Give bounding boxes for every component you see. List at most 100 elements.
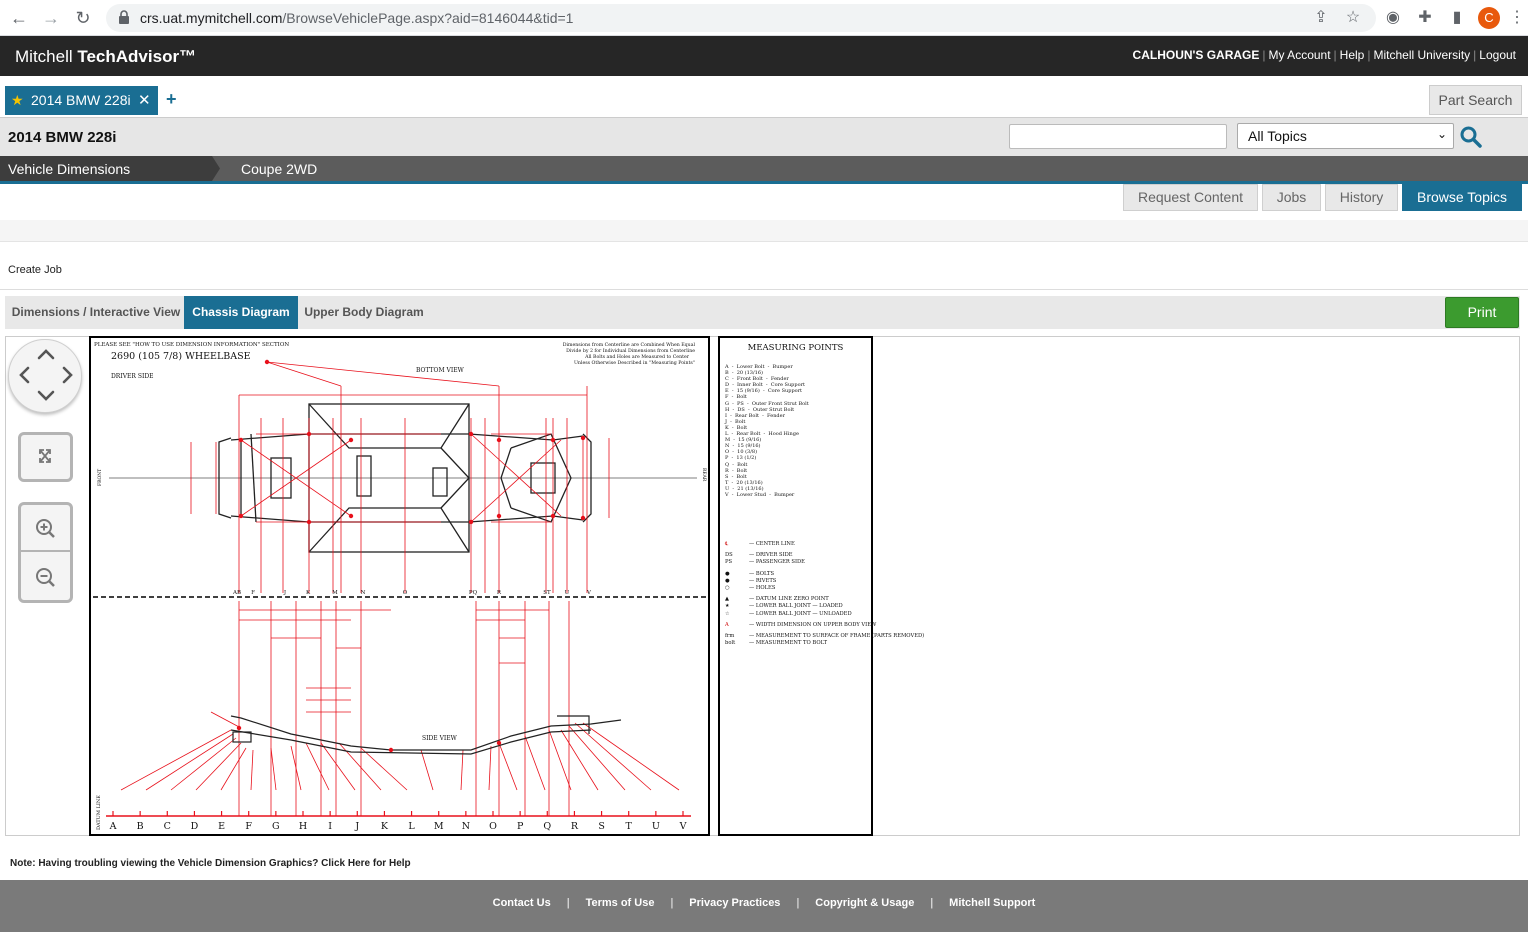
legend-symbol-row: ● — BOLTS: [725, 571, 924, 578]
search-icon[interactable]: [1460, 126, 1482, 148]
tab-jobs[interactable]: Jobs: [1262, 184, 1321, 211]
back-icon[interactable]: ←: [8, 7, 30, 29]
footer-copyright-usage[interactable]: Copyright & Usage: [815, 897, 914, 909]
vehicle-bar: 2014 BMW 228i All Topics ⌄: [0, 118, 1528, 156]
bookmark-star-icon[interactable]: ☆: [1342, 7, 1364, 29]
datum-letter-c: C: [164, 821, 171, 832]
extensions-puzzle-icon[interactable]: ✚: [1414, 7, 1436, 29]
datum-letter-k: K: [381, 821, 389, 832]
top-letter-j: J: [283, 590, 286, 596]
zoom-out-button[interactable]: [21, 554, 70, 600]
measuring-point-marker: [496, 513, 502, 519]
legend-points: A - Lower Bolt - Bumper B - 20 (13/16) C…: [725, 364, 809, 498]
footer-privacy-practices[interactable]: Privacy Practices: [689, 897, 780, 909]
datum-letter-i: I: [328, 821, 332, 832]
legend-symbol: ★: [725, 603, 730, 610]
help-link[interactable]: Help: [1340, 48, 1365, 62]
datum-letter-b: B: [137, 821, 144, 832]
chevron-down-icon: ⌄: [1436, 127, 1447, 141]
legend-symbol-row: ● — RIVETS: [725, 578, 924, 585]
vehicle-tab[interactable]: ★ 2014 BMW 228i ✕: [5, 86, 158, 115]
forward-icon[interactable]: →: [40, 7, 62, 29]
topic-select-value: All Topics: [1248, 128, 1307, 144]
help-link[interactable]: Click Here for Help: [321, 858, 410, 869]
tab-browse-topics[interactable]: Browse Topics: [1402, 184, 1522, 211]
breadcrumb-vehicle-dimensions[interactable]: Vehicle Dimensions: [0, 156, 220, 181]
my-account-link[interactable]: My Account: [1269, 48, 1331, 62]
zoom-control: [18, 502, 73, 603]
topic-select[interactable]: All Topics ⌄: [1237, 123, 1454, 149]
vehicle-title: 2014 BMW 228i: [8, 129, 117, 146]
footer-contact-us[interactable]: Contact Us: [493, 897, 551, 909]
add-tab-icon[interactable]: +: [166, 89, 177, 110]
side-panel-icon[interactable]: ▮: [1446, 7, 1468, 29]
bottom-view-label: BOTTOM VIEW: [416, 367, 465, 374]
driver-side-label: DRIVER SIDE: [111, 373, 154, 380]
datum-letter-t: T: [626, 821, 633, 832]
top-letter-pq: PQ: [469, 590, 478, 596]
legend-symbol-row: frm — MEASUREMENT TO SURFACE OF FRAME (PA…: [725, 633, 924, 640]
address-bar[interactable]: crs.uat.mymitchell.com/BrowseVehiclePage…: [106, 4, 1376, 32]
legend-symbol: ▲: [725, 596, 729, 603]
legend-symbol: ○: [725, 584, 730, 591]
datum-letter-u: U: [652, 821, 660, 832]
fullscreen-button[interactable]: [18, 432, 73, 482]
search-input[interactable]: [1009, 124, 1227, 149]
share-icon[interactable]: ⇪: [1310, 7, 1332, 29]
pan-control[interactable]: [8, 339, 82, 413]
chassis-diagram: PLEASE SEE "HOW TO USE DIMENSION INFORMA…: [89, 336, 710, 836]
chrome-menu-icon[interactable]: ⋮: [1506, 7, 1528, 29]
top-letter-r: R: [497, 590, 502, 596]
tab-request-content[interactable]: Request Content: [1123, 184, 1258, 211]
tab-dimensions-interactive-view[interactable]: Dimensions / Interactive View: [9, 296, 183, 329]
legend-symbol-row: ☆ — LOWER BALL JOINT — UNLOADED: [725, 611, 924, 618]
legend-symbol-text: — LOWER BALL JOINT — UNLOADED: [749, 610, 852, 617]
measuring-point-markers: [236, 359, 586, 753]
legend-symbol: ☆: [725, 610, 730, 617]
tab-chassis-diagram[interactable]: Chassis Diagram: [184, 296, 298, 329]
rear-label: REAR: [701, 468, 707, 482]
mitchell-university-link[interactable]: Mitchell University: [1373, 48, 1470, 62]
legend-symbol-row: ▲ — DATUM LINE ZERO POINT: [725, 596, 924, 603]
tab-history[interactable]: History: [1325, 184, 1398, 211]
datum-letter-q: Q: [543, 821, 551, 832]
profile-avatar[interactable]: C: [1478, 7, 1500, 29]
datum-letter-g: G: [272, 821, 280, 832]
legend-symbol: ●: [725, 570, 730, 577]
legend-symbol-row: bolt — MEASUREMENT TO BOLT: [725, 640, 924, 647]
measuring-point-marker: [468, 519, 474, 525]
zoom-out-icon: [36, 568, 55, 587]
footer-terms-of-use[interactable]: Terms of Use: [586, 897, 655, 909]
help-note: Note: Having troubling viewing the Vehic…: [10, 858, 411, 869]
expand-icon: [39, 449, 51, 463]
legend-symbol-text: — MEASUREMENT TO BOLT: [749, 640, 828, 647]
top-letters: AB F J K M N O PQ R ST U V: [232, 590, 592, 596]
measuring-point-marker: [496, 740, 502, 746]
datum-line-label: DATUM LINE: [96, 795, 102, 830]
breadcrumb-coupe-2wd[interactable]: Coupe 2WD: [241, 161, 317, 177]
legend-symbol: ●: [725, 577, 730, 584]
legend-symbol: bolt: [725, 640, 736, 647]
legend-symbol-row: A — WIDTH DIMENSION ON UPPER BODY VIEW: [725, 622, 924, 629]
vehicle-tab-label: 2014 BMW 228i: [31, 92, 131, 108]
close-icon[interactable]: ✕: [138, 91, 151, 109]
top-letter-u: U: [565, 590, 570, 596]
tab-upper-body-diagram[interactable]: Upper Body Diagram: [302, 296, 426, 329]
legend-symbol-row: ℄ — CENTER LINE: [725, 541, 924, 548]
datum-letter-s: S: [598, 821, 605, 832]
print-button[interactable]: Print: [1445, 297, 1519, 328]
measuring-point-marker: [348, 437, 354, 443]
part-search-button[interactable]: Part Search: [1429, 85, 1522, 115]
top-letter-k: K: [306, 590, 311, 596]
zoom-in-button[interactable]: [21, 505, 70, 552]
legend-symbol-row: ○ — HOLES: [725, 585, 924, 592]
reload-icon[interactable]: ↻: [72, 7, 94, 29]
legend-symbol-text: — WIDTH DIMENSION ON UPPER BODY VIEW: [749, 621, 877, 628]
create-job-link[interactable]: Create Job: [8, 264, 62, 276]
extension-g-icon[interactable]: ◉: [1382, 7, 1404, 29]
favorite-star-icon[interactable]: ★: [11, 92, 24, 109]
footer-mitchell-support[interactable]: Mitchell Support: [949, 897, 1035, 909]
zoom-in-icon: [36, 519, 55, 538]
logout-link[interactable]: Logout: [1479, 48, 1516, 62]
measuring-point-marker: [388, 747, 394, 753]
